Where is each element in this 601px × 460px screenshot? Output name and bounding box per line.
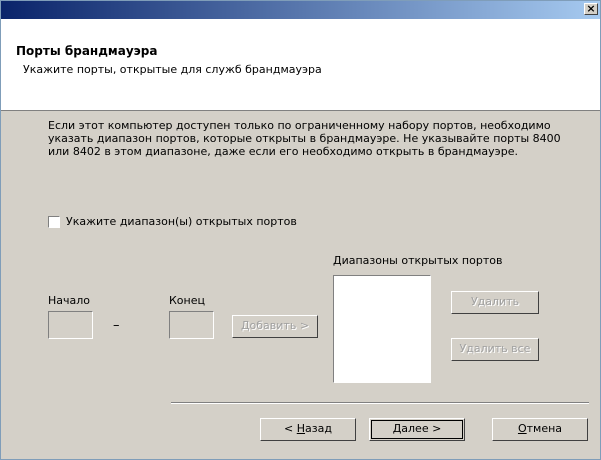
open-ranges-list[interactable] bbox=[333, 275, 431, 383]
next-button[interactable]: Далее > bbox=[369, 418, 465, 441]
wizard-header: Порты брандмауэра Укажите порты, открыты… bbox=[1, 19, 600, 111]
description-text: Если этот компьютер доступен только по о… bbox=[48, 119, 561, 158]
ranges-checkbox[interactable] bbox=[48, 215, 60, 228]
close-icon: × bbox=[586, 2, 596, 15]
back-button[interactable]: < Назад bbox=[260, 418, 356, 441]
delete-button[interactable]: Удалить bbox=[451, 291, 539, 314]
add-button[interactable]: Добавить > bbox=[232, 315, 318, 338]
end-port-input[interactable] bbox=[169, 311, 214, 339]
cancel-button[interactable]: Отмена bbox=[492, 418, 588, 441]
open-ranges-label: Диапазоны открытых портов bbox=[333, 254, 503, 267]
footer-separator bbox=[171, 402, 589, 404]
range-dash: – bbox=[113, 318, 120, 333]
page-title: Порты брандмауэра bbox=[16, 44, 158, 58]
page-subtitle: Укажите порты, открытые для служб брандм… bbox=[23, 63, 322, 76]
start-port-input[interactable] bbox=[48, 311, 93, 339]
end-port-label: Конец bbox=[169, 294, 205, 307]
title-bar: × bbox=[1, 1, 600, 19]
start-port-label: Начало bbox=[48, 294, 91, 307]
close-button[interactable]: × bbox=[584, 3, 598, 15]
ranges-checkbox-label[interactable]: Укажите диапазон(ы) открытых портов bbox=[66, 215, 297, 228]
wizard-window: × Порты брандмауэра Укажите порты, откры… bbox=[0, 0, 601, 460]
ranges-checkbox-row[interactable]: Укажите диапазон(ы) открытых портов bbox=[48, 215, 297, 228]
delete-all-button[interactable]: Удалить все bbox=[451, 338, 539, 361]
